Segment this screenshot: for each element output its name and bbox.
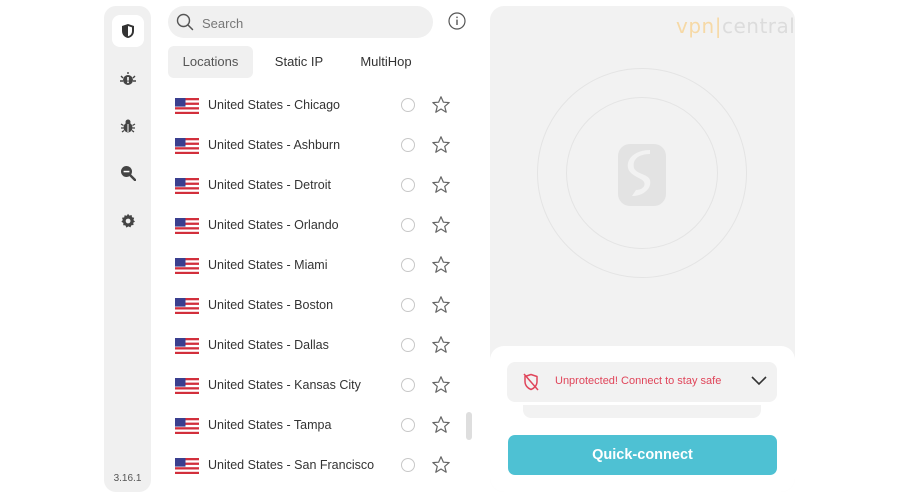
locations-list[interactable]: United States - Chicago United States - …: [168, 86, 474, 492]
sidebar-item-antivirus[interactable]: [112, 110, 144, 142]
connect-radio[interactable]: [401, 418, 415, 432]
location-row[interactable]: United States - Tampa: [168, 406, 474, 446]
list-scrollbar[interactable]: [466, 412, 472, 440]
star-icon[interactable]: [431, 415, 451, 435]
star-icon[interactable]: [431, 375, 451, 395]
star-icon[interactable]: [431, 295, 451, 315]
chevron-down-icon[interactable]: [751, 376, 767, 386]
search-minus-icon: [121, 166, 136, 181]
us-flag-icon: [175, 458, 199, 474]
location-name: United States - Tampa: [208, 418, 332, 432]
us-flag-icon: [175, 418, 199, 434]
connect-radio[interactable]: [401, 258, 415, 272]
location-row[interactable]: United States - Detroit: [168, 166, 474, 206]
shield-off-icon: [523, 373, 539, 391]
app-version: 3.16.1: [113, 473, 142, 484]
sidebar-item-settings[interactable]: [112, 205, 144, 237]
us-flag-icon: [175, 298, 199, 314]
shield-icon: [122, 24, 134, 38]
star-icon[interactable]: [431, 255, 451, 275]
star-icon[interactable]: [431, 95, 451, 115]
location-name: United States - Ashburn: [208, 138, 341, 152]
search-input[interactable]: [200, 10, 424, 36]
gear-icon: [121, 213, 135, 228]
location-name: United States - San Francisco: [208, 458, 375, 472]
us-flag-icon: [175, 378, 199, 394]
search-box[interactable]: [168, 6, 433, 38]
star-icon[interactable]: [431, 175, 451, 195]
sidebar: 3.16.1: [104, 6, 151, 492]
tab-multihop[interactable]: MultiHop: [348, 46, 424, 78]
location-name: United States - Miami: [208, 258, 328, 272]
star-icon[interactable]: [431, 335, 451, 355]
sidebar-item-alert[interactable]: [112, 63, 144, 95]
sidebar-item-search[interactable]: [112, 157, 144, 189]
us-flag-icon: [175, 258, 199, 274]
vpncentral-watermark: vpn|central: [676, 14, 795, 38]
us-flag-icon: [175, 218, 199, 234]
location-name: United States - Boston: [208, 298, 334, 312]
connect-radio[interactable]: [401, 178, 415, 192]
us-flag-icon: [175, 138, 199, 154]
us-flag-icon: [175, 98, 199, 114]
connect-radio[interactable]: [401, 458, 415, 472]
connect-radio[interactable]: [401, 338, 415, 352]
connect-radio[interactable]: [401, 218, 415, 232]
location-name: United States - Orlando: [208, 218, 339, 232]
location-row[interactable]: United States - Orlando: [168, 206, 474, 246]
location-row[interactable]: United States - Kansas City: [168, 366, 474, 406]
location-row[interactable]: United States - Miami: [168, 246, 474, 286]
search-icon: [176, 13, 194, 31]
star-icon[interactable]: [431, 135, 451, 155]
connection-progress-track: [523, 405, 761, 418]
location-row[interactable]: United States - Boston: [168, 286, 474, 326]
watermark-separator: |: [714, 14, 722, 38]
watermark-central: central: [721, 14, 796, 38]
location-name: United States - Dallas: [208, 338, 329, 352]
alert-bug-icon: [120, 72, 136, 85]
location-name: United States - Chicago: [208, 98, 341, 112]
connect-radio[interactable]: [401, 98, 415, 112]
bug-icon: [120, 119, 136, 133]
location-row[interactable]: United States - San Francisco: [168, 446, 474, 486]
connect-radio[interactable]: [401, 298, 415, 312]
sidebar-item-vpn[interactable]: [112, 15, 144, 47]
us-flag-icon: [175, 338, 199, 354]
tab-static-ip[interactable]: Static IP: [262, 46, 336, 78]
location-name: United States - Detroit: [208, 178, 331, 192]
star-icon[interactable]: [431, 455, 451, 475]
protection-status[interactable]: Unprotected! Connect to stay safe: [507, 362, 777, 402]
star-icon[interactable]: [431, 215, 451, 235]
connect-radio[interactable]: [401, 378, 415, 392]
location-row[interactable]: United States - Chicago: [168, 86, 474, 126]
quick-connect-button[interactable]: Quick-connect: [508, 435, 777, 475]
connect-radio[interactable]: [401, 138, 415, 152]
us-flag-icon: [175, 178, 199, 194]
surfshark-logo-icon: [618, 144, 666, 206]
tab-locations[interactable]: Locations: [168, 46, 253, 78]
location-row[interactable]: United States - Ashburn: [168, 126, 474, 166]
status-text: Unprotected! Connect to stay safe: [555, 375, 722, 387]
info-icon[interactable]: [448, 12, 466, 30]
watermark-vpn: vpn: [676, 14, 715, 38]
location-row[interactable]: United States - Dallas: [168, 326, 474, 366]
location-name: United States - Kansas City: [208, 378, 361, 392]
